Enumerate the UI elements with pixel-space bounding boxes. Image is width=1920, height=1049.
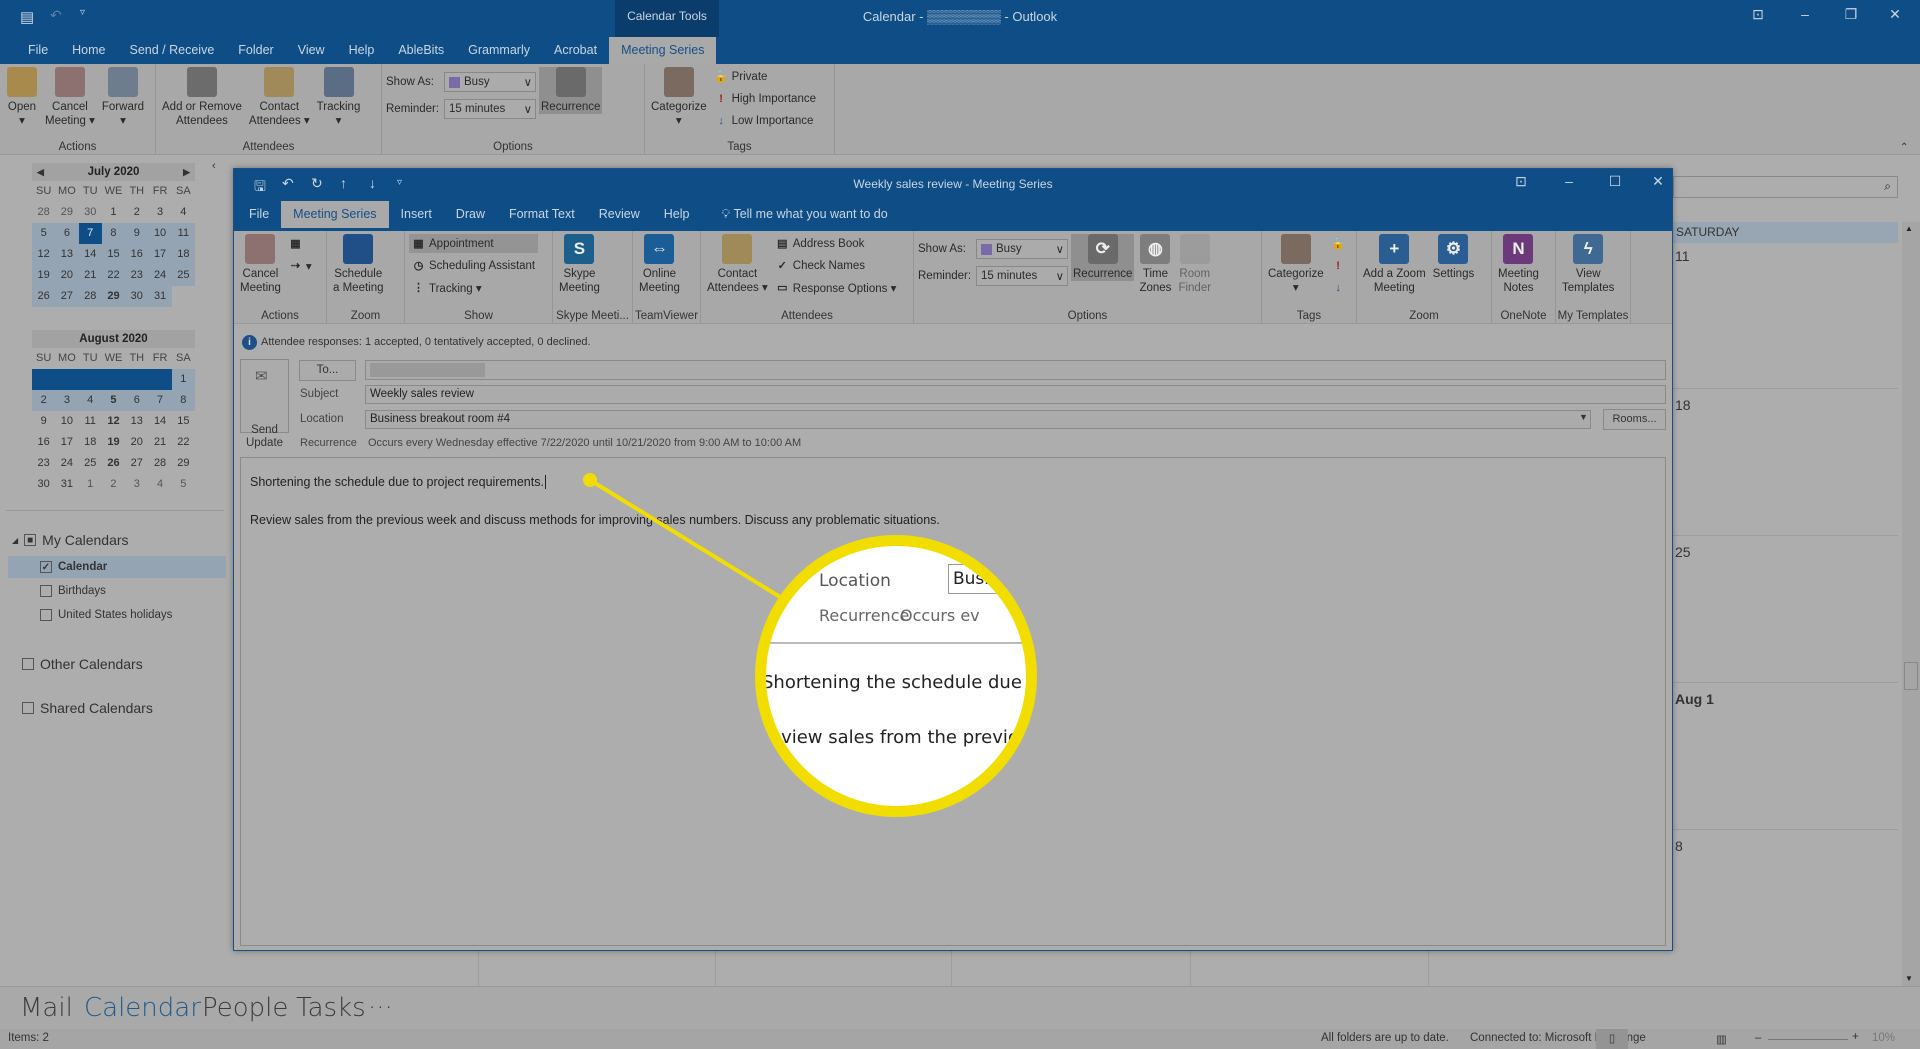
magnified-body-line-1: Shortening the schedule due t	[762, 672, 1035, 693]
magnified-location-value: Busin	[948, 564, 1026, 594]
sync-status: All folders are up to date.	[1321, 1032, 1449, 1044]
reading-view-icon[interactable]: ▥	[1716, 1032, 1727, 1046]
magnifier-callout: Location Busin Recurrence Occurs ev Shor…	[755, 535, 1037, 817]
zoom-slider[interactable]	[1768, 1039, 1848, 1040]
nav-tasks[interactable]: Tasks	[296, 993, 366, 1023]
callout-pointer	[583, 473, 787, 602]
callout-dot	[583, 473, 597, 487]
magnified-divider	[766, 642, 1026, 644]
zoom-out-icon[interactable]: –	[1755, 1032, 1761, 1044]
nav-people[interactable]: People	[202, 993, 288, 1023]
zoom-level: 10%	[1872, 1032, 1896, 1044]
nav-calendar[interactable]: Calendar	[84, 993, 201, 1023]
module-navigation: Mail Calendar People Tasks ···	[0, 986, 1920, 1029]
magnified-location-label: Location	[819, 571, 891, 591]
magnified-body-line-2: eview sales from the previo	[770, 727, 1019, 748]
zoom-in-icon[interactable]: +	[1852, 1031, 1859, 1043]
magnified-recurrence-value: Occurs ev	[900, 606, 980, 625]
nav-mail[interactable]: Mail	[20, 993, 73, 1023]
callout-line	[588, 478, 787, 602]
status-bar: Items: 2 All folders are up to date. Con…	[0, 1029, 1920, 1049]
nav-more[interactable]: ···	[368, 993, 393, 1023]
normal-view-icon[interactable]: ▯	[1596, 1029, 1628, 1049]
items-count: Items: 2	[8, 1032, 49, 1044]
magnified-recurrence-label: Recurrence	[819, 606, 910, 625]
